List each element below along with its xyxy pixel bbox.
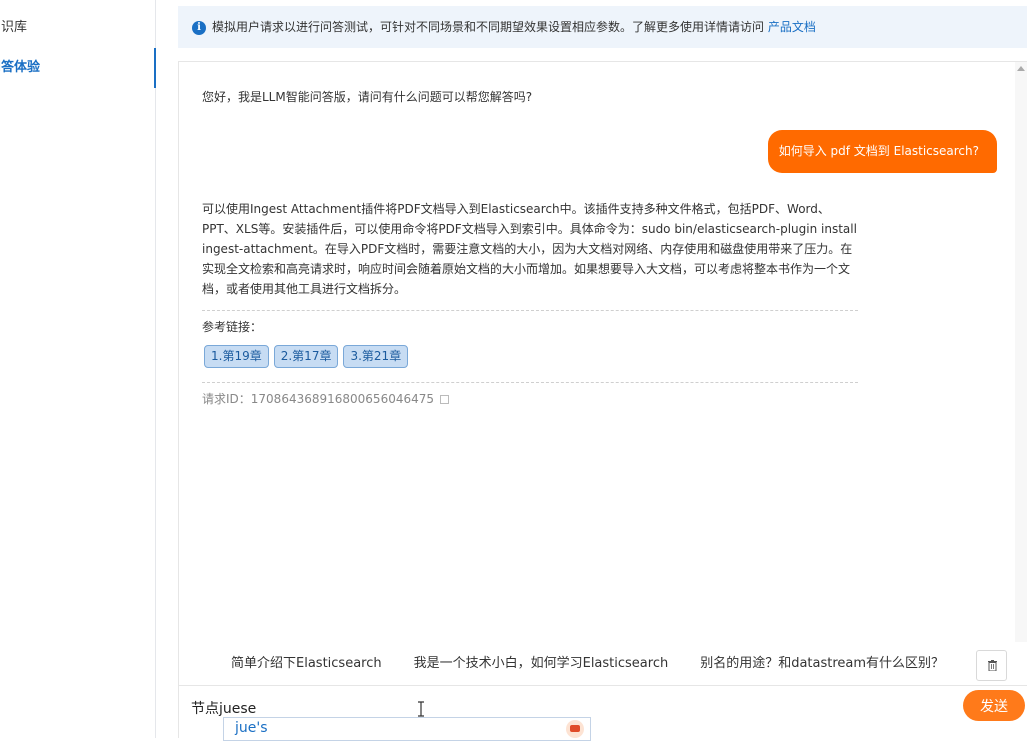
send-button[interactable]: 发送 <box>963 690 1025 721</box>
ime-candidate-popup[interactable]: jue's <box>223 717 591 741</box>
suggestion-item[interactable]: 简单介绍下Elasticsearch <box>231 652 382 671</box>
chat-panel: 您好，我是LLM智能问答版，请问有什么问题可以帮您解答吗? 如何导入 pdf 文… <box>178 61 1027 741</box>
divider <box>202 382 858 383</box>
suggestion-item[interactable]: 我是一个技术小白，如何学习Elasticsearch <box>414 652 669 671</box>
sidebar-item-label: 问答体验 <box>0 60 41 75</box>
sidebar-item-qa-experience[interactable]: 问答体验 <box>0 48 156 88</box>
reference-links: 1.第19章 2.第17章 3.第21章 <box>204 345 409 368</box>
suggestion-item[interactable]: 别名的用途？和datastream有什么区别？ <box>700 652 944 671</box>
assistant-greeting: 您好，我是LLM智能问答版，请问有什么问题可以帮您解答吗? <box>202 90 533 104</box>
info-icon: i <box>192 20 206 35</box>
ime-candidate[interactable]: jue's <box>235 720 268 736</box>
ime-logo-icon <box>566 720 584 738</box>
reference-link[interactable]: 2.第17章 <box>273 345 339 368</box>
trash-icon <box>988 660 997 671</box>
info-notice: i 模拟用户请求以进行问答测试，可针对不同场景和不同期望效果设置相应参数。了解更多… <box>178 6 1027 48</box>
request-id-text: 请求ID：17086436891680065604647​5 <box>202 392 435 406</box>
assistant-answer: 可以使用Ingest Attachment插件将PDF文档导入到Elastics… <box>202 202 857 296</box>
product-docs-link[interactable]: 产品文档 <box>768 20 816 34</box>
sidebar-item-label: 知识库 <box>0 20 28 35</box>
sidebar-item-knowledge-base[interactable]: 知识库 <box>0 8 156 48</box>
text-cursor-icon <box>418 701 424 717</box>
clear-chat-button[interactable] <box>976 650 1007 681</box>
scroll-up-icon[interactable] <box>1017 66 1025 71</box>
user-message-bubble: 如何导入 pdf 文档到 Elasticsearch? <box>767 130 997 173</box>
reference-link[interactable]: 3.第21章 <box>343 345 409 368</box>
reference-link[interactable]: 1.第19章 <box>204 345 269 368</box>
input-row: 发送 jue's <box>179 685 1027 741</box>
request-id: 请求ID：17086436891680065604647​5 <box>202 390 450 407</box>
divider <box>202 310 858 311</box>
scrollbar[interactable] <box>1015 62 1027 642</box>
suggested-questions: 简单介绍下Elasticsearch 我是一个技术小白，如何学习Elastics… <box>231 652 944 671</box>
notice-text: 模拟用户请求以进行问答测试，可针对不同场景和不同期望效果设置相应参数。了解更多使… <box>212 20 765 34</box>
copy-icon[interactable] <box>440 395 450 404</box>
sidebar: 知识库 问答体验 <box>0 0 156 738</box>
reference-label: 参考链接： <box>202 320 263 334</box>
